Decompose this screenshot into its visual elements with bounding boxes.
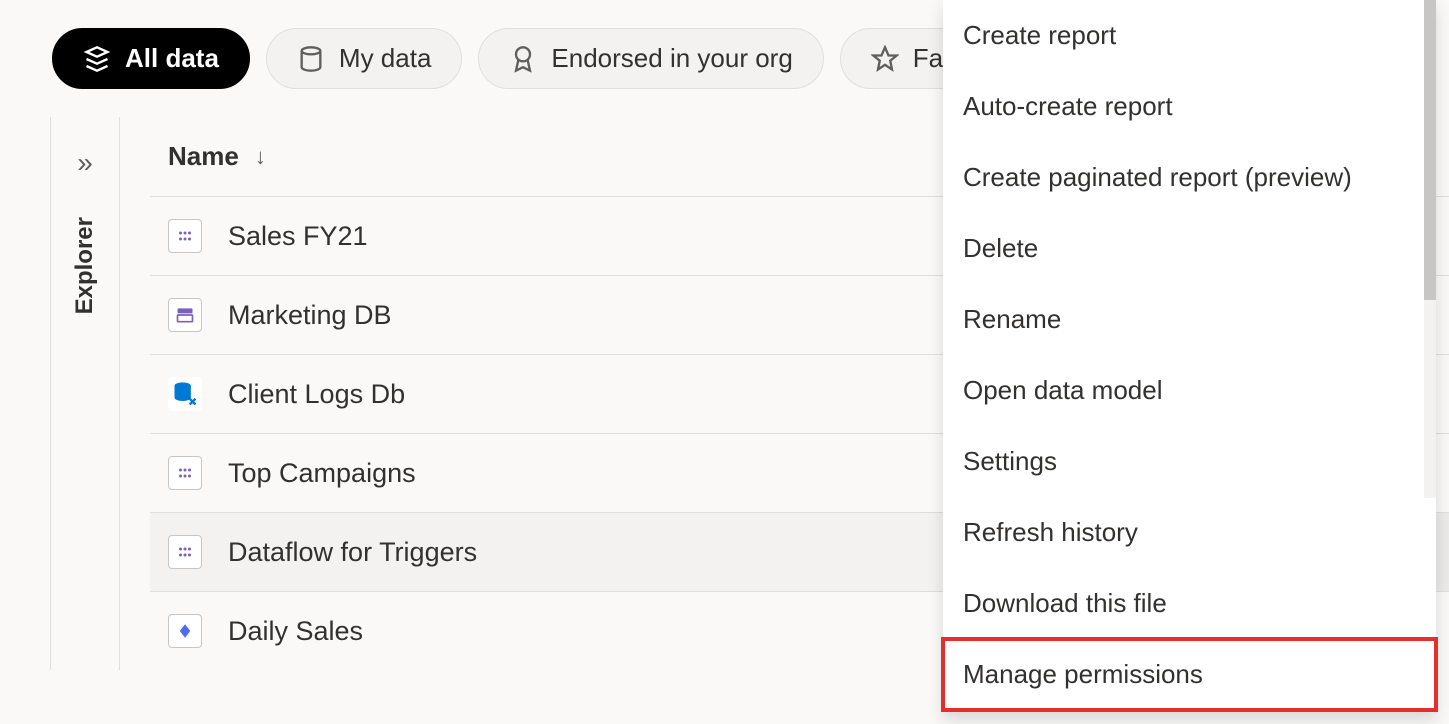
row-label: Marketing DB [228,300,392,331]
filter-endorsed[interactable]: Endorsed in your org [478,28,823,89]
scrollbar-thumb[interactable] [1424,0,1436,300]
star-icon [871,45,899,73]
menu-open-data-model[interactable]: Open data model [943,355,1436,426]
row-label: Client Logs Db [228,379,405,410]
menu-rename[interactable]: Rename [943,284,1436,355]
cylinder-icon [297,45,325,73]
row-label: Top Campaigns [228,458,416,489]
stack-icon [83,45,111,73]
context-menu: Create report Auto-create report Create … [943,0,1436,712]
menu-refresh-history[interactable]: Refresh history [943,497,1436,568]
semantic-model-icon [168,535,202,569]
filter-all-data[interactable]: All data [52,28,250,89]
expand-icon[interactable]: » [77,149,93,177]
menu-manage-permissions[interactable]: Manage permissions [943,639,1436,710]
menu-settings[interactable]: Settings [943,426,1436,497]
filter-label: Fa [913,43,943,74]
filter-label: Endorsed in your org [551,43,792,74]
ribbon-icon [509,45,537,73]
header-label: Name [168,141,239,172]
explorer-label[interactable]: Explorer [71,217,99,314]
explorer-rail: » Explorer [50,117,120,670]
diamond-icon [168,614,202,648]
row-label: Dataflow for Triggers [228,537,477,568]
semantic-model-icon [168,219,202,253]
context-menu-scrollbar[interactable] [1424,0,1436,498]
semantic-model-icon [168,456,202,490]
filter-label: My data [339,43,432,74]
menu-create-paginated-report[interactable]: Create paginated report (preview) [943,142,1436,213]
database-icon [168,377,202,411]
menu-auto-create-report[interactable]: Auto-create report [943,71,1436,142]
menu-create-report[interactable]: Create report [943,0,1436,71]
row-label: Sales FY21 [228,221,368,252]
menu-download-file[interactable]: Download this file [943,568,1436,639]
menu-delete[interactable]: Delete [943,213,1436,284]
filter-my-data[interactable]: My data [266,28,463,89]
datamart-icon [168,298,202,332]
filter-label: All data [125,43,219,74]
row-label: Daily Sales [228,616,363,647]
sort-arrow-icon: ↓ [255,144,266,170]
